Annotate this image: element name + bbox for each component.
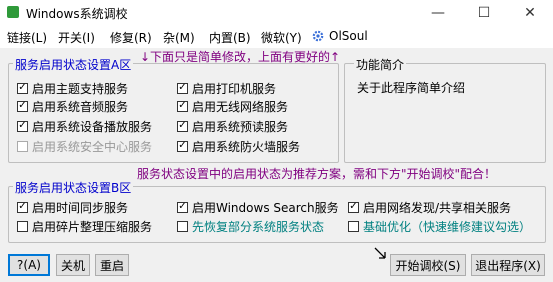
close-button[interactable]: ✕ (507, 0, 553, 26)
checkbox-time-sync-service[interactable]: ✓ 启用时间同步服务 (17, 199, 128, 215)
checkbox-label: 启用无线网络服务 (192, 99, 289, 114)
exit-button[interactable]: 退出程序(X) (471, 254, 545, 276)
checkbox-label: 启用系统设备播放服务 (32, 119, 153, 134)
checkbox-box[interactable]: ✓ (17, 100, 28, 112)
checkbox-box[interactable] (17, 220, 28, 232)
checkbox-label: 基础优化（快速维修建议勾选） (363, 219, 532, 234)
menu-builtin[interactable]: 内置(B) (209, 29, 251, 46)
checkbox-box[interactable]: ✓ (17, 201, 28, 213)
arrow-pointer-icon (374, 247, 386, 259)
checkbox-label: 启用系统防火墙服务 (192, 139, 301, 154)
checkbox-box[interactable]: ✓ (177, 140, 188, 152)
checkbox-label: 启用网络发现/共享相关服务 (363, 200, 512, 215)
checkbox-printer-service[interactable]: ✓ 启用打印机服务 (177, 80, 276, 96)
checkbox-label: 启用系统安全中心服务 (32, 139, 153, 154)
menu-olsoul[interactable]: OlSoul (329, 29, 368, 43)
group-a-legend: 服务启用状态设置A区 (13, 56, 134, 73)
menu-repair[interactable]: 修复(R) (110, 29, 152, 46)
checkbox-prefetch-service[interactable]: ✓ 启用系统预读服务 (177, 118, 288, 134)
checkbox-audio-service[interactable]: ✓ 启用系统音频服务 (17, 98, 128, 114)
restart-button[interactable]: 重启 (95, 254, 129, 276)
menu-switch[interactable]: 开关(I) (58, 29, 95, 46)
checkbox-box (17, 140, 28, 152)
checkbox-box[interactable]: ✓ (177, 100, 188, 112)
checkbox-theme-service[interactable]: ✓ 启用主题支持服务 (17, 80, 128, 96)
notice-recommendation: 服务状态设置中的启用状态为推荐方案，需和下方"开始调校"配合！ (137, 167, 497, 181)
checkbox-box[interactable]: ✓ (17, 82, 28, 94)
checkbox-label: 先恢复部分系统服务状态 (192, 219, 325, 234)
checkbox-label: 启用Windows Search服务 (192, 200, 339, 215)
checkbox-box[interactable]: ✓ (177, 120, 188, 132)
menu-misc[interactable]: 杂(M) (163, 29, 195, 46)
checkbox-windows-search-service[interactable]: ✓ 启用Windows Search服务 (177, 199, 339, 215)
intro-legend: 功能简介 (354, 56, 407, 73)
app-icon (7, 6, 19, 18)
menu-microsoft[interactable]: 微软(Y) (261, 29, 302, 46)
checkbox-label: 启用系统音频服务 (32, 99, 129, 114)
checkbox-basic-optimization[interactable]: 基础优化（快速维修建议勾选） (348, 218, 531, 234)
help-button[interactable]: ?(A) (8, 254, 50, 276)
checkbox-restore-services[interactable]: 先恢复部分系统服务状态 (177, 218, 324, 234)
checkbox-security-center-service: 启用系统安全中心服务 (17, 138, 152, 154)
shutdown-button[interactable]: 关机 (56, 254, 90, 276)
checkbox-box[interactable] (348, 220, 359, 232)
minimize-button[interactable]: — (415, 0, 461, 26)
maximize-button[interactable]: ☐ (461, 0, 507, 26)
checkbox-box[interactable]: ✓ (17, 120, 28, 132)
checkbox-defrag-service[interactable]: 启用碎片整理压缩服务 (17, 218, 152, 234)
intro-text: 关于此程序简单介绍 (357, 81, 466, 95)
checkbox-label: 启用打印机服务 (192, 81, 277, 96)
checkbox-device-playback-service[interactable]: ✓ 启用系统设备播放服务 (17, 118, 152, 134)
checkbox-box[interactable]: ✓ (177, 201, 188, 213)
checkbox-label: 启用系统预读服务 (192, 119, 289, 134)
checkbox-firewall-service[interactable]: ✓ 启用系统防火墙服务 (177, 138, 300, 154)
checkbox-label: 启用时间同步服务 (32, 200, 129, 215)
checkbox-label: 启用碎片整理压缩服务 (32, 219, 153, 234)
checkbox-box[interactable]: ✓ (177, 82, 188, 94)
intro-group (344, 63, 546, 163)
checkbox-box[interactable]: ✓ (348, 201, 359, 213)
gear-icon (312, 30, 324, 42)
menu-links[interactable]: 链接(L) (7, 29, 47, 46)
checkbox-wireless-service[interactable]: ✓ 启用无线网络服务 (177, 98, 288, 114)
checkbox-network-discovery-service[interactable]: ✓ 启用网络发现/共享相关服务 (348, 199, 511, 215)
window-title: Windows系统调校 (26, 7, 128, 21)
checkbox-box[interactable] (177, 220, 188, 232)
checkbox-label: 启用主题支持服务 (32, 81, 129, 96)
start-tune-button[interactable]: 开始调校(S) (390, 254, 466, 276)
group-b-legend: 服务启用状态设置B区 (13, 179, 134, 196)
